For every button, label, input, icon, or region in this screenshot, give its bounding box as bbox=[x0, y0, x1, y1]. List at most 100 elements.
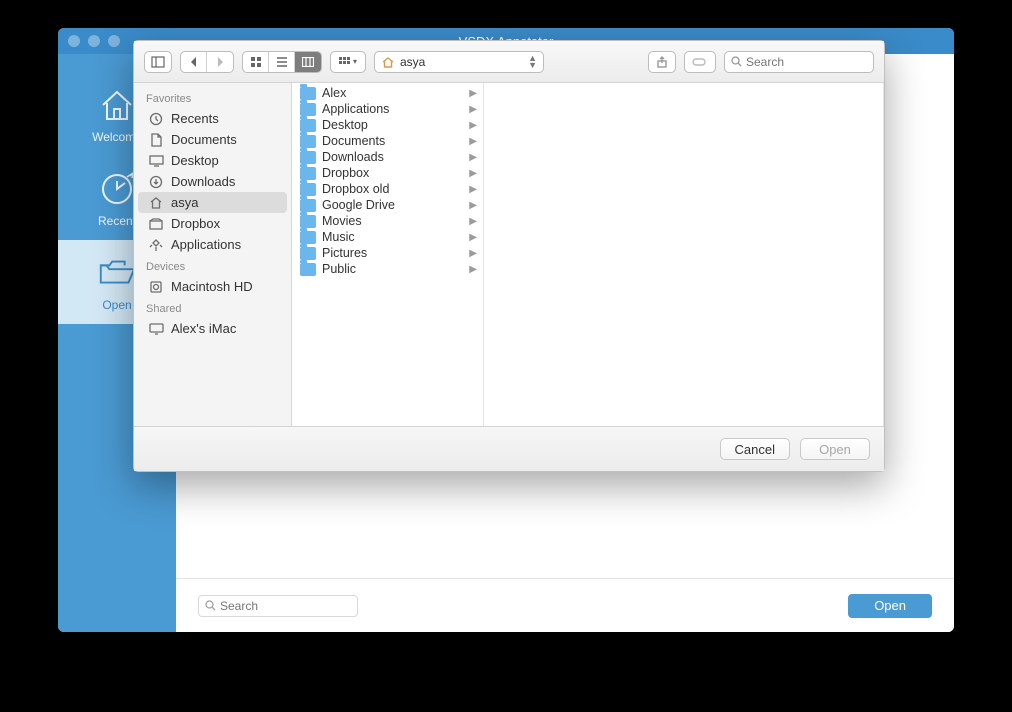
cancel-button[interactable]: Cancel bbox=[720, 438, 790, 460]
sidebar-item-label: Applications bbox=[171, 237, 241, 252]
file-row[interactable]: Downloads▶ bbox=[292, 149, 483, 165]
folder-icon bbox=[300, 135, 316, 148]
file-label: Dropbox bbox=[322, 166, 369, 180]
sidebar-item-label: Recents bbox=[171, 111, 219, 126]
view-list[interactable] bbox=[269, 52, 295, 72]
desktop-icon bbox=[148, 154, 164, 168]
sidebar-section-header: Devices bbox=[134, 255, 291, 276]
folder-icon bbox=[300, 167, 316, 180]
sidebar-item-label: asya bbox=[171, 195, 198, 210]
doc-icon bbox=[148, 133, 164, 147]
sidebar-item-label: Dropbox bbox=[171, 216, 220, 231]
home-icon bbox=[148, 196, 164, 210]
file-label: Alex bbox=[322, 86, 346, 100]
sidebar-item-recents[interactable]: Recents bbox=[134, 108, 291, 129]
sidebar-section-header: Shared bbox=[134, 297, 291, 318]
sidebar-toggle[interactable] bbox=[144, 51, 172, 73]
search-icon bbox=[205, 600, 216, 611]
path-label: asya bbox=[400, 55, 425, 69]
dialog-footer: Cancel Open bbox=[134, 427, 884, 471]
tags-button[interactable] bbox=[684, 51, 716, 73]
view-icons[interactable] bbox=[243, 52, 269, 72]
chevron-right-icon: ▶ bbox=[469, 200, 477, 211]
file-row[interactable]: Documents ▶ bbox=[292, 133, 483, 149]
nav-back-forward[interactable] bbox=[180, 51, 234, 73]
sidebar-item-dropbox[interactable]: Dropbox bbox=[134, 213, 291, 234]
sidebar-item-applications[interactable]: Applications bbox=[134, 234, 291, 255]
chevron-right-icon: ▶ bbox=[469, 104, 477, 115]
home-icon bbox=[96, 86, 138, 124]
sidebar-item-label: Documents bbox=[171, 132, 237, 147]
file-row[interactable]: Public ▶ bbox=[292, 261, 483, 277]
view-mode-segment[interactable] bbox=[242, 51, 322, 73]
folder-icon bbox=[300, 231, 316, 244]
sidebar-item-desktop[interactable]: Desktop bbox=[134, 150, 291, 171]
recents-icon bbox=[148, 112, 164, 126]
dialog-search-input[interactable] bbox=[746, 55, 867, 69]
chevron-right-icon: ▶ bbox=[469, 136, 477, 147]
file-row[interactable]: Alex▶ bbox=[292, 85, 483, 101]
downloads-icon bbox=[148, 175, 164, 189]
file-label: Google Drive bbox=[322, 198, 395, 212]
folder-icon bbox=[300, 247, 316, 260]
file-label: Pictures bbox=[322, 246, 367, 260]
dialog-sidebar: Favorites Recents Documents Desktop Download… bbox=[134, 83, 292, 426]
file-label: Movies bbox=[322, 214, 362, 228]
home-icon bbox=[381, 56, 395, 68]
disk-icon bbox=[148, 280, 164, 294]
file-row[interactable]: Desktop ▶ bbox=[292, 117, 483, 133]
sidebar-item-macintosh-hd[interactable]: Macintosh HD bbox=[134, 276, 291, 297]
file-row[interactable]: Movies ▶ bbox=[292, 213, 483, 229]
chevron-right-icon: ▶ bbox=[469, 216, 477, 227]
file-label: Desktop bbox=[322, 118, 368, 132]
chevron-right-icon: ▶ bbox=[469, 184, 477, 195]
file-row[interactable]: Dropbox▶ bbox=[292, 165, 483, 181]
path-dropdown[interactable]: asya ▲▼ bbox=[374, 51, 544, 73]
sidebar-item-asya[interactable]: asya bbox=[138, 192, 287, 213]
sidebar-item-label: Macintosh HD bbox=[171, 279, 253, 294]
file-label: Documents bbox=[322, 134, 385, 148]
forward-button[interactable] bbox=[207, 52, 233, 72]
file-label: Public bbox=[322, 262, 356, 276]
folder-icon bbox=[300, 119, 316, 132]
file-row[interactable]: Pictures ▶ bbox=[292, 245, 483, 261]
sidebar-item-label: Downloads bbox=[171, 174, 235, 189]
arrange-menu[interactable]: ▾ bbox=[330, 51, 366, 73]
sidebar-item-alex-s-imac[interactable]: Alex's iMac bbox=[134, 318, 291, 339]
file-label: Applications bbox=[322, 102, 389, 116]
sidebar-section-header: Favorites bbox=[134, 87, 291, 108]
file-label: Music bbox=[322, 230, 355, 244]
chevron-right-icon: ▶ bbox=[469, 264, 477, 275]
folder-icon bbox=[300, 199, 316, 212]
view-columns[interactable] bbox=[295, 52, 321, 72]
file-row[interactable]: Music ▶ bbox=[292, 229, 483, 245]
sidebar-item-label: Alex's iMac bbox=[171, 321, 236, 336]
search-icon bbox=[731, 56, 742, 67]
sidebar-label: Open bbox=[102, 298, 131, 312]
back-button[interactable] bbox=[181, 52, 207, 72]
file-column-2 bbox=[484, 83, 884, 426]
folder-icon bbox=[300, 87, 316, 100]
file-label: Dropbox old bbox=[322, 182, 389, 196]
main-search-input[interactable] bbox=[220, 599, 351, 613]
main-search[interactable] bbox=[198, 595, 358, 617]
share-button[interactable] bbox=[648, 51, 676, 73]
chevron-right-icon: ▶ bbox=[469, 152, 477, 163]
file-row[interactable]: Google Drive ▶ bbox=[292, 197, 483, 213]
bottom-bar: Open bbox=[176, 578, 954, 632]
chevron-right-icon: ▶ bbox=[469, 120, 477, 131]
chevron-right-icon: ▶ bbox=[469, 248, 477, 259]
file-row[interactable]: Applications ▶ bbox=[292, 101, 483, 117]
file-row[interactable]: Dropbox old ▶ bbox=[292, 181, 483, 197]
chevron-updown-icon: ▲▼ bbox=[528, 55, 537, 69]
main-open-button[interactable]: Open bbox=[848, 594, 932, 618]
dialog-open-button[interactable]: Open bbox=[800, 438, 870, 460]
folder-icon bbox=[300, 263, 316, 276]
chevron-right-icon: ▶ bbox=[469, 232, 477, 243]
dialog-search[interactable] bbox=[724, 51, 874, 73]
sidebar-item-documents[interactable]: Documents bbox=[134, 129, 291, 150]
dialog-toolbar: ▾ asya ▲▼ bbox=[134, 41, 884, 83]
sidebar-item-downloads[interactable]: Downloads bbox=[134, 171, 291, 192]
folder-icon bbox=[300, 183, 316, 196]
clock-icon bbox=[96, 170, 138, 208]
